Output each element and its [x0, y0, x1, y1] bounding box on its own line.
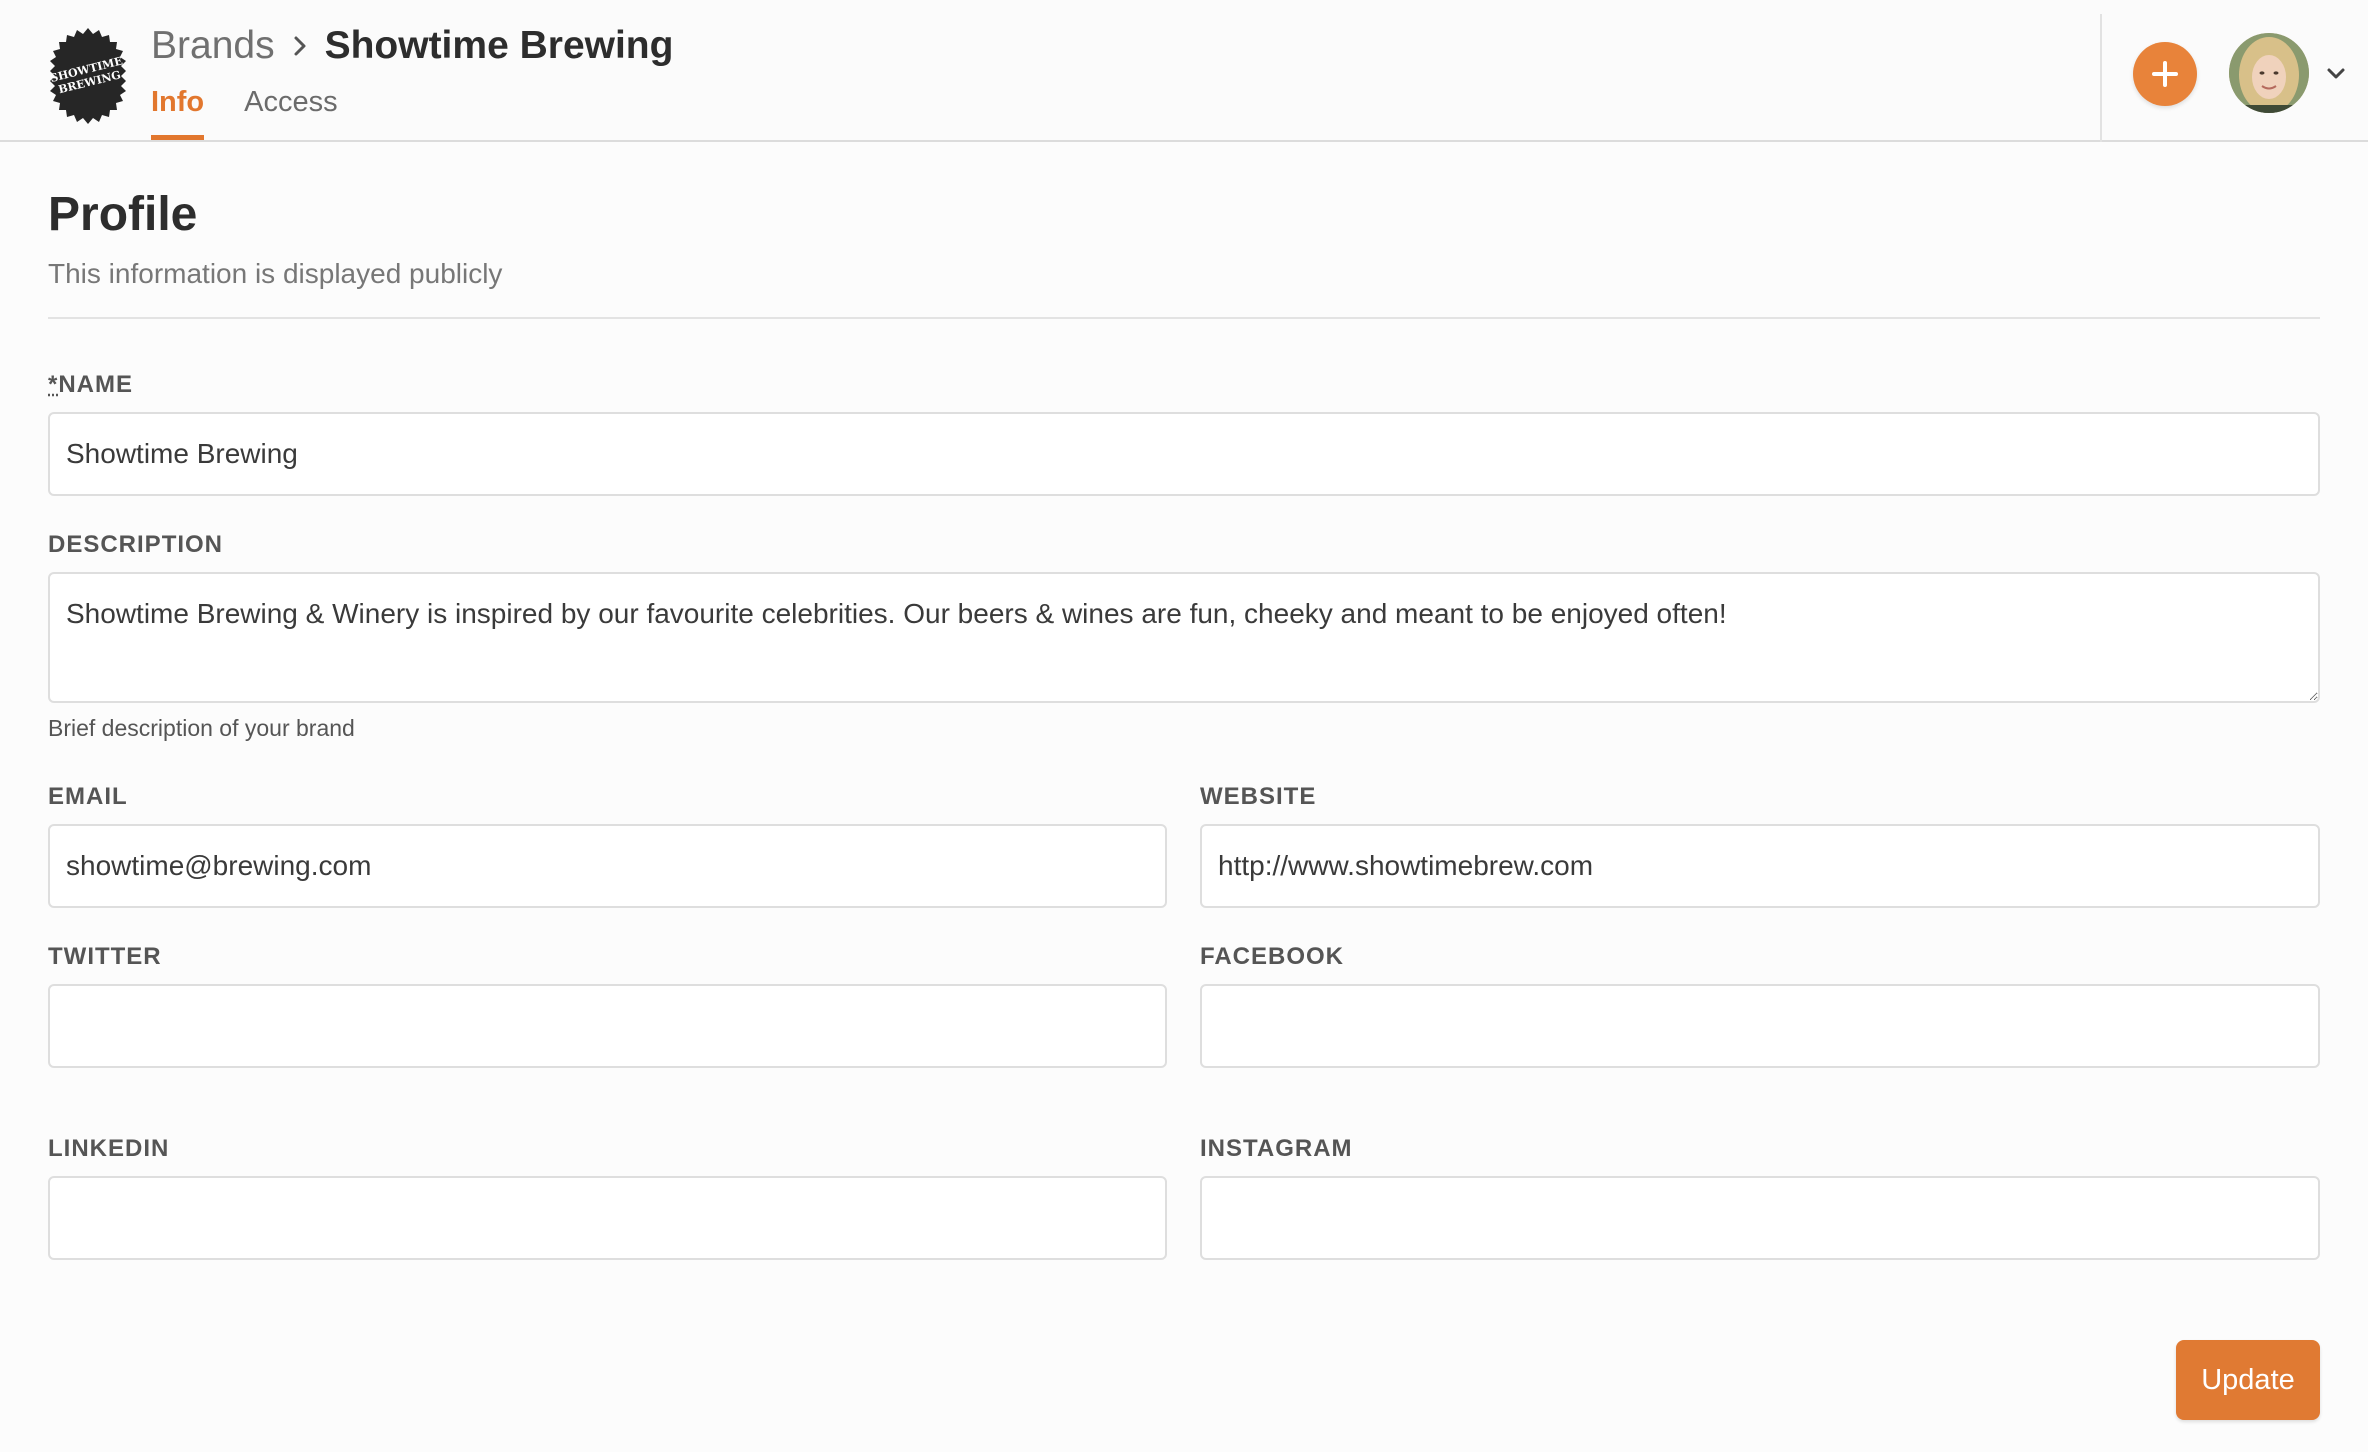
website-label: WEBSITE — [1200, 783, 1317, 810]
chevron-right-icon — [289, 35, 311, 57]
header-divider — [2100, 14, 2102, 142]
plus-icon — [2152, 61, 2178, 87]
name-label: *NAME — [48, 371, 133, 399]
email-input[interactable] — [48, 824, 1167, 908]
twitter-input[interactable] — [48, 984, 1167, 1068]
linkedin-input[interactable] — [48, 1176, 1167, 1260]
top-header: SHOWTIME BREWING Brands Showtime Brewing… — [0, 0, 2368, 142]
website-input[interactable] — [1200, 824, 2320, 908]
page-title: Profile — [48, 188, 198, 241]
tab-info[interactable]: Info — [151, 82, 205, 140]
instagram-input[interactable] — [1200, 1176, 2320, 1260]
twitter-label: TWITTER — [48, 943, 162, 970]
user-photo — [2229, 33, 2309, 113]
name-input[interactable] — [48, 412, 2320, 496]
breadcrumb-brands-link[interactable]: Brands — [151, 24, 275, 68]
section-divider — [48, 317, 2320, 319]
required-marker: * — [48, 371, 59, 398]
page-subtitle: This information is displayed publicly — [48, 258, 503, 289]
breadcrumb: Brands Showtime Brewing — [151, 18, 673, 74]
linkedin-label: LINKEDIN — [48, 1135, 170, 1162]
name-label-text: NAME — [58, 371, 134, 398]
tab-access[interactable]: Access — [244, 82, 337, 140]
brand-logo-badge-icon: SHOWTIME BREWING — [49, 28, 126, 124]
update-button[interactable]: Update — [2176, 1340, 2320, 1420]
facebook-input[interactable] — [1200, 984, 2320, 1068]
instagram-label: INSTAGRAM — [1200, 1135, 1353, 1162]
brand-logo[interactable]: SHOWTIME BREWING — [38, 26, 138, 126]
description-help-text: Brief description of your brand — [48, 715, 355, 741]
description-label: DESCRIPTION — [48, 531, 224, 558]
tab-bar: Info Access — [151, 82, 338, 142]
email-label: EMAIL — [48, 783, 128, 810]
profile-form: Profile This information is displayed pu… — [48, 142, 2320, 1452]
facebook-label: FACEBOOK — [1200, 943, 1345, 970]
description-textarea[interactable]: Showtime Brewing & Winery is inspired by… — [48, 572, 2320, 703]
chevron-down-icon[interactable] — [2324, 62, 2348, 86]
breadcrumb-current: Showtime Brewing — [324, 24, 674, 67]
add-button[interactable] — [2133, 42, 2197, 106]
user-avatar[interactable] — [2229, 33, 2309, 113]
